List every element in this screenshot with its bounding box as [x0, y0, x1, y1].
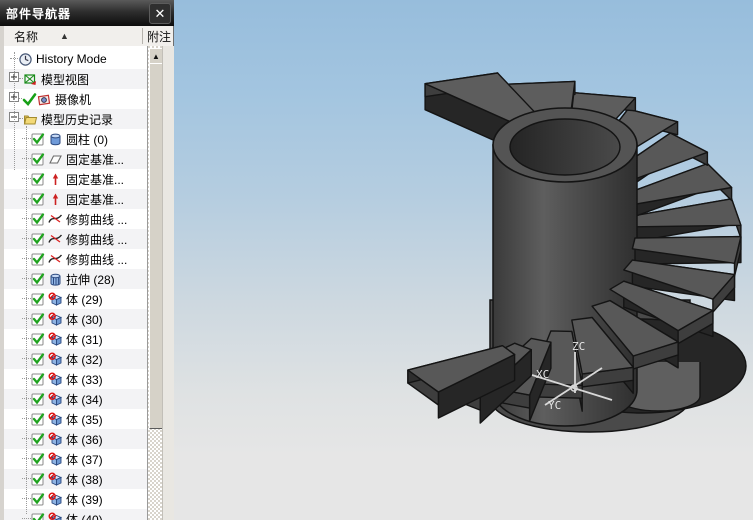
part-navigator-panel: 部件导航器 ✕ 名称 ▲ 附注 History Mode 模型视图摄像机模型历史记… — [0, 0, 174, 520]
feature-tree: History Mode 模型视图摄像机模型历史记录圆柱 (0) 固定基准... 固定… — [4, 46, 147, 520]
tree-item-label: 修剪曲线 ... — [66, 252, 128, 267]
checkbox-checked-icon[interactable] — [31, 232, 46, 247]
tree-item-label: 体 (33) — [66, 372, 103, 387]
clock-icon — [19, 52, 32, 66]
checkbox-checked-icon[interactable] — [31, 512, 46, 520]
column-separator[interactable] — [142, 28, 143, 44]
spiral-staircase-model: ZC XC YC — [407, 72, 747, 433]
checkbox-checked-icon[interactable] — [31, 412, 46, 427]
tree-column-header[interactable]: 名称 ▲ 附注 — [4, 26, 173, 47]
checkbox-checked-icon[interactable] — [31, 272, 46, 287]
sort-ascending-icon[interactable]: ▲ — [60, 31, 69, 41]
checkbox-checked-icon[interactable] — [31, 332, 46, 347]
tree-item-label: History Mode — [36, 52, 107, 66]
tree-item-1[interactable]: 模型视图 — [4, 69, 147, 89]
wcs-axis-label: YC — [548, 399, 561, 412]
tree-item-2[interactable]: 摄像机 — [4, 89, 147, 109]
body-icon — [48, 491, 63, 506]
tree-item-label: 体 (31) — [66, 332, 103, 347]
tree-item-label: 摄像机 — [55, 92, 92, 107]
datum-axis-icon — [52, 193, 59, 205]
checkbox-checked-icon[interactable] — [31, 392, 46, 407]
panel-gutter — [162, 46, 174, 520]
viewport-3d[interactable]: ZC XC YC — [174, 0, 753, 520]
scrollbar-thumb[interactable] — [149, 63, 163, 429]
app-window: ZC XC YC 部件导航器 ✕ 名称 ▲ 附注 History Mode 模型视图摄… — [0, 0, 753, 520]
checkbox-checked-icon[interactable] — [31, 152, 46, 167]
checkbox-checked-icon[interactable] — [31, 132, 46, 147]
checkbox-checked-icon[interactable] — [31, 492, 46, 507]
checkbox-checked-icon[interactable] — [31, 372, 46, 387]
body-icon — [48, 411, 63, 426]
checkbox-checked-icon[interactable] — [31, 312, 46, 327]
cylinder-icon — [50, 133, 61, 145]
tree-item-label: 体 (30) — [66, 312, 103, 327]
datum-plane-icon — [49, 154, 62, 164]
tree-item-label: 固定基准... — [66, 192, 125, 207]
trim-curve-icon — [48, 254, 63, 263]
checkbox-checked-icon[interactable] — [31, 212, 46, 227]
tree-item-label: 体 (34) — [66, 392, 103, 407]
checkbox-checked-icon[interactable] — [31, 472, 46, 487]
scroll-up-icon[interactable]: ▲ — [149, 48, 163, 64]
tree-item-label: 体 (36) — [66, 432, 103, 447]
tree-item-label: 体 (40) — [66, 512, 103, 520]
trim-curve-icon — [48, 214, 63, 223]
tree-item-label: 固定基准... — [66, 152, 125, 167]
tree-item-label: 体 (29) — [66, 292, 103, 307]
tree-guide-line — [14, 52, 16, 170]
green-check-icon — [22, 92, 37, 106]
tree-item-label: 拉伸 (28) — [66, 272, 115, 287]
model-views-icon — [24, 73, 36, 85]
trim-curve-icon — [48, 234, 63, 243]
tree-item-0[interactable]: History Mode — [4, 49, 147, 69]
tree-scrollbar[interactable]: ▲ — [147, 46, 163, 520]
column-attachment[interactable]: 附注 — [147, 28, 171, 45]
body-icon — [48, 511, 63, 520]
panel-titlebar[interactable]: 部件导航器 ✕ — [0, 0, 174, 26]
tree-item-label: 固定基准... — [66, 172, 125, 187]
datum-axis-icon — [52, 173, 59, 185]
checkbox-checked-icon[interactable] — [31, 252, 46, 267]
checkbox-checked-icon[interactable] — [31, 292, 46, 307]
column-name[interactable]: 名称 — [4, 28, 38, 45]
tree-item-label: 圆柱 (0) — [66, 132, 109, 147]
tree-item-label: 体 (32) — [66, 352, 103, 367]
body-icon — [48, 471, 63, 486]
checkbox-checked-icon[interactable] — [31, 452, 46, 467]
wcs-axis-label: XC — [536, 368, 549, 381]
checkbox-checked-icon[interactable] — [31, 432, 46, 447]
body-icon — [48, 391, 63, 406]
tree-item-label: 体 (35) — [66, 412, 103, 427]
extrude-icon — [50, 273, 61, 286]
tree-guide-line — [26, 126, 28, 514]
checkbox-checked-icon[interactable] — [31, 172, 46, 187]
checkbox-checked-icon[interactable] — [31, 352, 46, 367]
tree-item-label: 模型历史记录 — [41, 112, 114, 127]
folder-open-icon — [23, 115, 38, 124]
body-icon — [48, 351, 63, 366]
tree-item-label: 修剪曲线 ... — [66, 232, 128, 247]
body-icon — [48, 331, 63, 346]
wcs-axis-label: ZC — [572, 340, 585, 353]
panel-title: 部件导航器 — [6, 6, 72, 21]
tree-item-label: 体 (39) — [66, 492, 103, 507]
body-icon — [48, 291, 63, 306]
close-icon[interactable]: ✕ — [149, 3, 171, 24]
camera-icon — [37, 94, 51, 105]
body-icon — [48, 431, 63, 446]
tree-item-label: 模型视图 — [41, 72, 90, 87]
tree-item-label: 体 (38) — [66, 472, 103, 487]
tree-item-label: 体 (37) — [66, 452, 103, 467]
body-icon — [48, 451, 63, 466]
checkbox-checked-icon[interactable] — [31, 192, 46, 207]
body-icon — [48, 371, 63, 386]
tree-item-label: 修剪曲线 ... — [66, 212, 128, 227]
body-icon — [48, 311, 63, 326]
